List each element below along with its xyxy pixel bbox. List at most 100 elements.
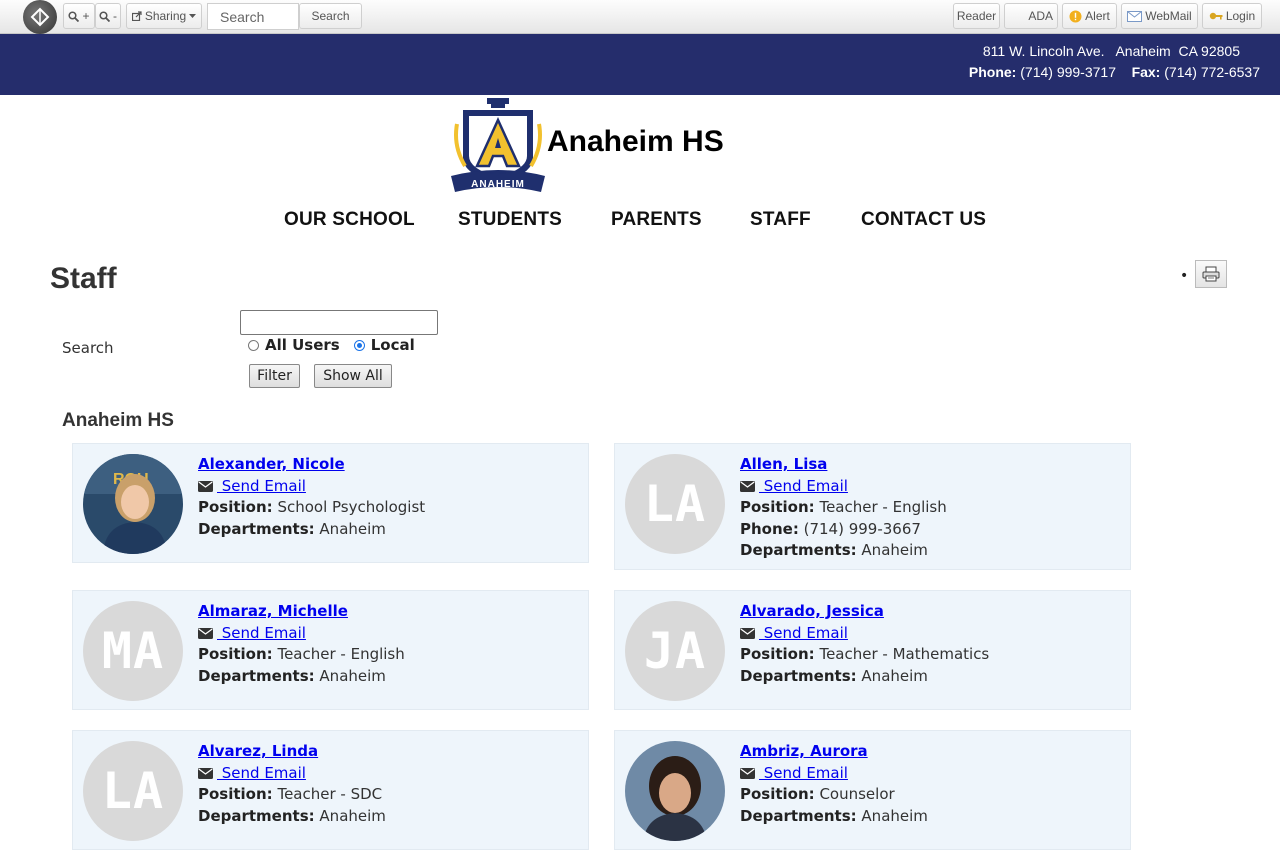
send-email-link[interactable]: Send Email [759,477,848,495]
staff-name-link[interactable]: Alvarez, Linda [198,742,318,760]
staff-initials-avatar: LA [83,741,183,841]
ada-button[interactable]: ADA [1004,3,1058,29]
staff-name-link[interactable]: Ambriz, Aurora [740,742,868,760]
staff-initials-avatar: JA [625,601,725,701]
envelope-icon [740,627,755,639]
filter-button[interactable]: Filter [249,364,300,388]
alert-icon [1069,10,1082,22]
page-title: Staff [50,262,117,295]
send-email-link[interactable]: Send Email [217,764,306,782]
phone-number: (714) 999-3717 [1020,64,1116,80]
staff-card: Ambriz, Aurora Send Email Position: Coun… [614,730,1131,850]
send-email-link[interactable]: Send Email [217,477,306,495]
crest-est-text: EST. 1898 [490,171,506,175]
zoom-in-button[interactable]: + [63,3,95,29]
nav-our-school[interactable]: OUR SCHOOL [284,209,415,231]
reader-button[interactable]: Reader [953,3,1000,29]
staff-name-link[interactable]: Allen, Lisa [740,455,827,473]
departments-label: Departments: [740,806,857,825]
departments-label: Departments: [198,519,315,538]
staff-department: Anaheim [861,541,928,559]
departments-label: Departments: [198,666,315,685]
zoom-in-label: + [82,9,90,23]
list-bullet: • [1180,268,1189,284]
staff-name-link[interactable]: Alvarado, Jessica [740,602,884,620]
show-all-button[interactable]: Show All [314,364,392,388]
printer-icon [1202,266,1220,282]
nav-parents[interactable]: PARENTS [611,209,702,231]
toolbar-search-input[interactable]: Search [207,3,299,30]
staff-card: MA Almaraz, Michelle Send Email Position… [72,590,589,710]
site-logo-icon[interactable] [23,0,57,34]
all-users-radio[interactable] [248,339,259,351]
school-name[interactable]: Anaheim HS [547,125,724,159]
position-label: Position: [198,645,273,663]
staff-name-link[interactable]: Almaraz, Michelle [198,602,348,620]
position-label: Position: [740,645,815,663]
staff-details: Allen, Lisa Send Email Position: Teacher… [740,454,947,562]
staff-position: Teacher - SDC [277,785,383,803]
zoom-out-label: - [113,9,117,23]
nav-contact-us[interactable]: CONTACT US [861,209,986,231]
position-label: Position: [198,498,273,516]
caret-down-icon [189,13,197,18]
staff-department: Anaheim [319,806,386,825]
nav-staff[interactable]: STAFF [750,209,811,231]
position-label: Position: [198,785,273,803]
staff-search-input[interactable] [240,310,438,335]
staff-photo: ROU [83,454,183,554]
staff-photo [625,741,725,841]
envelope-icon [1127,10,1143,22]
webmail-label: WebMail [1145,9,1192,23]
magnifier-plus-icon [68,10,80,22]
position-label: Position: [740,498,815,516]
send-email-link[interactable]: Send Email [759,764,848,782]
departments-label: Departments: [740,666,857,685]
phone-label: Phone: [968,64,1017,80]
fax-label: Fax: [1131,64,1161,80]
staff-position: Teacher - Mathematics [819,645,990,663]
alert-button[interactable]: Alert [1062,3,1117,29]
crest-banner-text: ANAHEIM [471,179,525,190]
zoom-out-button[interactable]: - [95,3,121,29]
staff-department: Anaheim [861,806,928,825]
staff-position: Counselor [819,785,895,803]
key-icon [1209,12,1223,20]
staff-department: Anaheim [319,666,386,685]
departments-label: Departments: [198,806,315,825]
webmail-button[interactable]: WebMail [1121,3,1198,29]
staff-details: Ambriz, Aurora Send Email Position: Coun… [740,741,928,827]
envelope-icon [740,480,755,492]
search-scope-options: All Users Local [248,336,415,354]
staff-phone: (714) 999-3667 [803,519,921,538]
sharing-button[interactable]: Sharing [126,3,202,29]
print-button[interactable] [1195,260,1227,288]
nav-students[interactable]: STUDENTS [458,209,562,231]
search-label: Search [62,339,114,357]
toolbar-search-button[interactable]: Search [299,3,362,29]
phone-label: Phone: [740,519,799,538]
contact-banner: 811 W. Lincoln Ave. Anaheim CA 92805 Pho… [0,34,1280,95]
phone-fax-line: Phone: (714) 999-3717 Fax: (714) 772-653… [969,64,1260,80]
share-icon [131,11,142,21]
login-button[interactable]: Login [1202,3,1262,29]
local-radio[interactable] [353,339,365,351]
envelope-icon [198,627,213,639]
position-label: Position: [740,785,815,803]
send-email-link[interactable]: Send Email [759,624,848,642]
staff-details: Alvarez, Linda Send Email Position: Teac… [198,741,386,827]
send-email-link[interactable]: Send Email [217,624,306,642]
magnifier-minus-icon [99,10,110,22]
staff-position: Teacher - English [277,645,405,663]
section-title: Anaheim HS [62,410,174,431]
staff-card: JA Alvarado, Jessica Send Email Position… [614,590,1131,710]
local-label: Local [370,336,415,354]
school-crest-logo[interactable]: ANAHEIM EST. 1898 [449,96,547,196]
staff-card: ROU Alexander, Nicole Send Email Positio… [72,443,589,563]
envelope-icon [198,480,213,492]
staff-details: Alvarado, Jessica Send Email Position: T… [740,601,989,687]
fax-number: (714) 772-6537 [1164,64,1260,80]
staff-name-link[interactable]: Alexander, Nicole [198,455,345,473]
alert-label: Alert [1085,9,1110,23]
all-users-label: All Users [265,336,340,354]
